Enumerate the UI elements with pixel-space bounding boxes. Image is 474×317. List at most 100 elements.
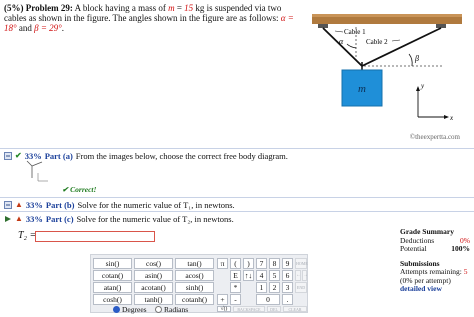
ceiling-highlight xyxy=(312,14,462,17)
key-decimal[interactable]: . xyxy=(282,294,293,305)
credit-text: ©theexpertta.com xyxy=(409,133,460,141)
problem-end: . xyxy=(61,23,65,33)
key-right-arrow[interactable]: → xyxy=(302,270,308,281)
key-3[interactable]: 3 xyxy=(282,282,293,293)
x-arrow xyxy=(444,115,449,119)
part-a-text: From the images below, choose the correc… xyxy=(75,151,288,161)
key-open-paren[interactable]: ( xyxy=(230,258,241,269)
beta-value: β = 29° xyxy=(34,23,62,33)
grade-summary: Grade Summary Deductions 0% Potential 10… xyxy=(400,227,470,294)
block-label: m xyxy=(358,83,366,95)
key-tan[interactable]: tan() xyxy=(175,258,214,269)
beta-arc xyxy=(408,53,413,67)
key-atan[interactable]: atan() xyxy=(93,282,132,293)
key-asin[interactable]: asin() xyxy=(134,270,173,281)
key-acos[interactable]: acos() xyxy=(175,270,214,281)
part-c-label: Part (c) xyxy=(45,214,74,224)
key-minus[interactable]: - xyxy=(230,294,241,305)
key-5[interactable]: 5 xyxy=(269,270,280,281)
radians-option[interactable]: Radians xyxy=(155,305,188,314)
radians-label: Radians xyxy=(164,305,189,314)
key-sqrt[interactable]: √() xyxy=(217,306,231,312)
collapse-icon[interactable] xyxy=(4,201,12,209)
key-sinh[interactable]: sinh() xyxy=(175,282,214,293)
key-end[interactable]: END xyxy=(295,282,307,293)
anchor-left xyxy=(318,24,328,28)
key-multiply[interactable]: * xyxy=(230,282,241,293)
key-0[interactable]: 0 xyxy=(256,294,280,305)
fbd-t1 xyxy=(26,160,33,167)
alpha-label: α xyxy=(339,37,344,46)
collapse-icon[interactable] xyxy=(4,152,12,160)
key-6[interactable]: 6 xyxy=(282,270,293,281)
key-9[interactable]: 9 xyxy=(282,258,293,269)
degrees-option[interactable]: Degrees xyxy=(113,305,147,314)
detailed-view-link[interactable]: detailed view xyxy=(400,284,470,294)
part-b-text: Solve for the numeric value of T₁, in ne… xyxy=(77,200,235,210)
attempts-label: Attempts remaining: xyxy=(400,267,462,276)
key-sin[interactable]: sin() xyxy=(93,258,132,269)
key-1[interactable]: 1 xyxy=(256,282,267,293)
beta-label: β xyxy=(414,54,419,63)
problem-statement: (5%) Problem 29: A block having a mass o… xyxy=(4,3,304,33)
alpha-arc xyxy=(346,43,357,49)
cable1-pointer xyxy=(334,30,344,33)
y-label: y xyxy=(420,82,425,90)
fbd-t2 xyxy=(31,161,43,167)
y-arrow xyxy=(416,86,420,91)
keypad: sin() cos() tan() cotan() asin() acos() … xyxy=(90,254,308,314)
cable2-pointer xyxy=(391,39,401,42)
potential-label: Potential xyxy=(400,244,427,253)
key-left-arrow[interactable]: ← xyxy=(295,270,301,281)
radians-radio[interactable] xyxy=(155,306,162,313)
key-4[interactable]: 4 xyxy=(256,270,267,281)
expand-icon[interactable] xyxy=(4,215,12,223)
part-c-percent: 33% xyxy=(25,214,43,224)
potential-value: 100% xyxy=(451,244,470,253)
problem-text-1: A block having a mass of xyxy=(74,3,166,13)
answer-label: T₂ = xyxy=(18,230,37,241)
free-body-diagram[interactable] xyxy=(24,160,54,186)
key-delete[interactable]: DEL xyxy=(267,306,281,312)
cable2-label: Cable 2 xyxy=(366,38,388,46)
answer-input[interactable] xyxy=(35,231,155,242)
cable-2 xyxy=(361,27,442,67)
key-cotan[interactable]: cotan() xyxy=(93,270,132,281)
key-backspace[interactable]: BACKSPACE xyxy=(233,306,265,312)
key-exponent[interactable]: E xyxy=(230,270,241,281)
part-b-header[interactable]: ▲ 33% Part (b) Solve for the numeric val… xyxy=(4,200,235,210)
key-7[interactable]: 7 xyxy=(256,258,267,269)
key-cosh[interactable]: cosh() xyxy=(93,294,132,305)
key-cos[interactable]: cos() xyxy=(134,258,173,269)
divider-b xyxy=(0,197,474,198)
part-b-label: Part (b) xyxy=(45,200,75,210)
key-plus[interactable]: + xyxy=(217,294,228,305)
key-acotan[interactable]: acotan() xyxy=(134,282,173,293)
anchor-right xyxy=(436,24,446,28)
mass-eq: = xyxy=(174,3,185,13)
key-8[interactable]: 8 xyxy=(269,258,280,269)
key-tanh[interactable]: tanh() xyxy=(134,294,173,305)
key-pi[interactable]: π xyxy=(217,258,228,269)
key-2[interactable]: 2 xyxy=(269,282,280,293)
and-text: and xyxy=(16,23,35,33)
key-power[interactable]: ↑↓ xyxy=(243,270,254,281)
key-clear[interactable]: CLEAR xyxy=(283,306,307,312)
potential-row: Potential 100% xyxy=(400,244,470,254)
degrees-radio[interactable] xyxy=(113,306,120,313)
attempts-value: 5 xyxy=(463,267,468,276)
part-b-percent: 33% xyxy=(25,200,43,210)
figure-svg: Cable 1 Cable 2 α β m y x xyxy=(312,14,462,122)
degrees-label: Degrees xyxy=(122,305,147,314)
problem-label: (5%) Problem 29: xyxy=(4,3,73,13)
divider-c xyxy=(0,211,474,212)
key-cotanh[interactable]: cotanh() xyxy=(175,294,214,305)
divider-a xyxy=(0,148,474,149)
x-label: x xyxy=(449,114,454,122)
key-home[interactable]: HOME xyxy=(295,258,308,269)
warning-icon: ▲ xyxy=(15,200,23,209)
mass-value: 15 xyxy=(184,3,194,13)
key-close-paren[interactable]: ) xyxy=(243,258,254,269)
part-c-header[interactable]: ▲ 33% Part (c) Solve for the numeric val… xyxy=(4,214,234,224)
check-icon: ✔ xyxy=(15,151,22,160)
